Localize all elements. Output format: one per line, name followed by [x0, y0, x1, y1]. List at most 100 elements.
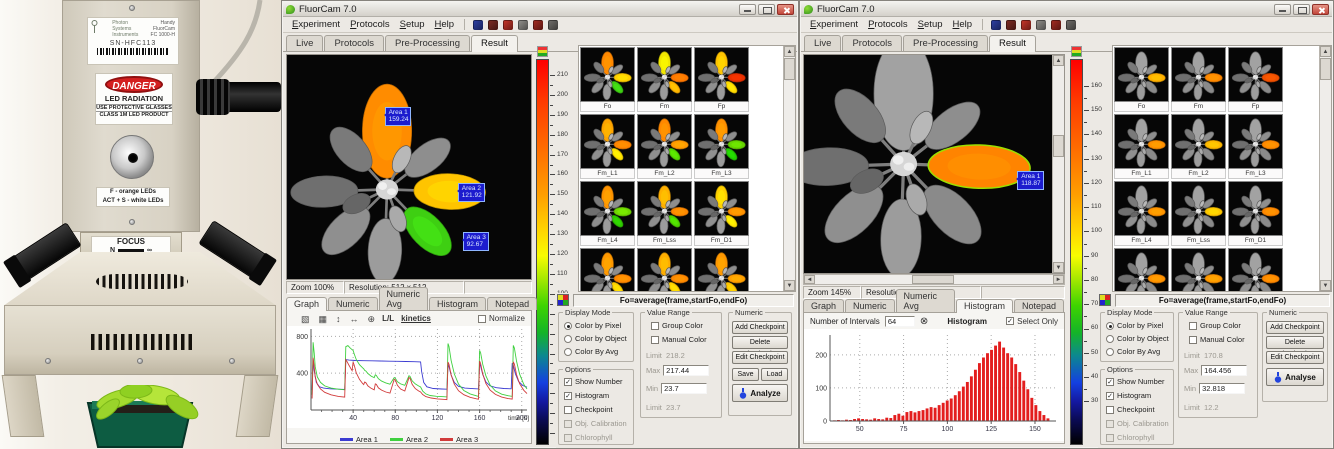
thumbnail-image[interactable]	[1114, 248, 1169, 292]
red-icon[interactable]	[503, 20, 513, 30]
thumbnail-image[interactable]	[637, 47, 692, 102]
measurement-icon[interactable]	[557, 294, 569, 306]
panel-tab-graph[interactable]: Graph	[286, 297, 327, 311]
thumbnail[interactable]: Fp	[1228, 47, 1284, 112]
scroll-up-arrow[interactable]: ▲	[1053, 55, 1064, 66]
maroon-icon[interactable]	[1051, 20, 1061, 30]
thumbnail-image[interactable]	[1228, 114, 1283, 169]
scroll-up-arrow[interactable]: ▲	[784, 46, 795, 57]
title-bar[interactable]: FluorCam 7.0	[801, 2, 1332, 17]
thumbnail-image[interactable]	[637, 181, 692, 236]
thumbnail[interactable]: Fm_L1	[1114, 114, 1170, 179]
thumbnails-scrollbar[interactable]: ▲ ▼	[1319, 46, 1331, 291]
scroll-thumb[interactable]	[1320, 58, 1331, 80]
analyze-button[interactable]: Analyze	[732, 384, 788, 402]
thumbnail-image[interactable]	[1171, 181, 1226, 236]
thumbnail-image[interactable]	[694, 47, 749, 102]
checkbox-histogram[interactable]: ✓Histogram	[1106, 391, 1151, 400]
scroll-down-arrow[interactable]: ▼	[1053, 262, 1064, 273]
thumbnail-image[interactable]	[1114, 181, 1169, 236]
maximize-button[interactable]	[1293, 4, 1310, 15]
radio-color-by-avg[interactable]: Color By Avg	[1106, 347, 1160, 356]
normalize-checkbox-box[interactable]	[478, 315, 486, 323]
checkbox-group-color[interactable]: Group Color	[1189, 321, 1241, 330]
colorbar-settings-icon[interactable]	[1071, 46, 1082, 57]
menu-setup[interactable]: Setup	[395, 18, 430, 31]
protocol-icon[interactable]	[991, 20, 1001, 30]
thumbnail[interactable]: Fm_L3	[1228, 114, 1284, 179]
thumbnail[interactable]: Fm	[637, 47, 693, 112]
tab-live[interactable]: Live	[804, 35, 841, 51]
lin-log-toggle[interactable]: L/L	[382, 314, 394, 323]
thumbnail[interactable]: Fm_L2	[637, 114, 693, 179]
tab-protocols[interactable]: Protocols	[324, 35, 384, 51]
tab-live[interactable]: Live	[286, 35, 323, 51]
menu-protocols[interactable]: Protocols	[863, 18, 913, 31]
select-only-checkbox[interactable]: ✓ Select Only	[1006, 317, 1058, 326]
menu-help[interactable]: Help	[948, 18, 978, 31]
thumbnail[interactable]: Fm_L2	[1171, 114, 1227, 179]
thumbnail-image[interactable]	[694, 248, 749, 292]
thumbnail-image[interactable]	[1228, 248, 1283, 292]
palette-icon[interactable]: ▦	[319, 313, 328, 325]
thumbnail[interactable]	[1114, 248, 1170, 292]
tab-pre-processing[interactable]: Pre-Processing	[385, 35, 470, 51]
thumbnail[interactable]: Fm	[1171, 47, 1227, 112]
panel-tab-numeric-avg[interactable]: Numeric Avg	[896, 289, 955, 312]
panel-tab-notepad[interactable]: Notepad	[1014, 299, 1064, 312]
panel-tab-histogram[interactable]: Histogram	[956, 299, 1013, 313]
refresh-icon[interactable]: ⊗	[920, 316, 928, 327]
checkbox-group-color[interactable]: Group Color	[651, 321, 703, 330]
edit-checkpoint-button[interactable]: Edit Checkpoint	[732, 351, 788, 364]
max-value-field[interactable]: Max164.456	[1184, 365, 1247, 376]
thumbnail[interactable]: Fm_L3	[694, 114, 750, 179]
thumbnail-image[interactable]	[580, 181, 635, 236]
tab-pre-processing[interactable]: Pre-Processing	[903, 35, 988, 51]
thumbnail[interactable]: Fm_L4	[580, 181, 636, 246]
maroon-icon[interactable]	[533, 20, 543, 30]
max-value-field[interactable]: Max217.44	[646, 365, 709, 376]
dark-red-icon[interactable]	[1006, 20, 1016, 30]
panel-tab-notepad[interactable]: Notepad	[487, 297, 537, 310]
thumbnail[interactable]	[580, 248, 636, 292]
radio-color-by-avg[interactable]: Color By Avg	[564, 347, 618, 356]
target-icon[interactable]: ⊕	[368, 313, 376, 325]
checkbox-manual-color[interactable]: Manual Color	[651, 335, 707, 344]
tab-result[interactable]: Result	[989, 35, 1036, 52]
thumbnail-image[interactable]	[637, 248, 692, 292]
menu-experiment[interactable]: Experiment	[287, 18, 345, 31]
scroll-thumb[interactable]	[784, 58, 795, 80]
scroll-down-arrow[interactable]: ▼	[1320, 280, 1331, 291]
thumbnail-image[interactable]	[1114, 47, 1169, 102]
radio-color-by-pixel[interactable]: Color by Pixel	[564, 321, 621, 330]
checkbox-show-number[interactable]: ✓Show Number	[564, 377, 623, 386]
thumbnail[interactable]	[1171, 248, 1227, 292]
thumbnail-image[interactable]	[580, 47, 635, 102]
protocol-icon[interactable]	[473, 20, 483, 30]
scroll-right-arrow[interactable]: ►	[1053, 275, 1064, 284]
panel-tab-graph[interactable]: Graph	[803, 299, 844, 312]
delete-checkpoint-button[interactable]: Delete Checkpoint	[732, 336, 788, 349]
scroll-left-arrow[interactable]: ◄	[804, 275, 815, 284]
thumbnail-image[interactable]	[1171, 47, 1226, 102]
image-vscrollbar[interactable]: ▲ ▼	[1052, 55, 1064, 273]
thumbnail[interactable]: Fm_D1	[694, 181, 750, 246]
thumbnail[interactable]: Fm_Lss	[1171, 181, 1227, 246]
thumbnail-image[interactable]	[580, 114, 635, 169]
minimize-button[interactable]	[739, 4, 756, 15]
radio-color-by-object[interactable]: Color by Object	[1106, 334, 1169, 343]
kinetic-chart-icon[interactable]: ▧	[301, 313, 310, 325]
checkbox-checkpoint[interactable]: Checkpoint	[564, 405, 613, 414]
fit-width-icon[interactable]: ↔	[350, 313, 359, 325]
fluorescence-image[interactable]: Area 1118.87 ▲ ▼	[803, 54, 1065, 274]
image-hscrollbar[interactable]: ◄ ►	[803, 274, 1065, 285]
checkbox-checkpoint[interactable]: Checkpoint	[1106, 405, 1155, 414]
scroll-up-arrow[interactable]: ▲	[1320, 46, 1331, 57]
thumbnail-image[interactable]	[1171, 114, 1226, 169]
edit-checkpoint-button[interactable]: Edit Checkpoint	[1266, 351, 1324, 364]
normalize-checkbox[interactable]: Normalize	[478, 314, 525, 323]
close-button[interactable]	[1312, 4, 1329, 15]
thumbnail[interactable]: Fo	[1114, 47, 1170, 112]
panel-tab-numeric-avg[interactable]: Numeric Avg	[379, 287, 429, 310]
thumbnail[interactable]: Fm_L1	[580, 114, 636, 179]
